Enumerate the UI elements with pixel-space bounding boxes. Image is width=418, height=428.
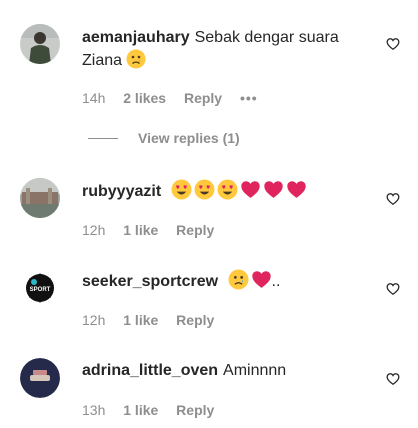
comment-suffix: .. [271, 273, 281, 290]
red-heart-emoji-icon [263, 181, 283, 198]
avatar[interactable] [20, 178, 60, 218]
timestamp: 13h [82, 402, 106, 418]
comment-text: rubyyyazit [82, 179, 378, 203]
red-heart-emoji-icon [240, 181, 260, 198]
comment-item: adrina_little_oven Aminnnn 13h 1 like Rep… [0, 350, 418, 428]
reply-button[interactable]: Reply [176, 402, 214, 418]
reply-button[interactable]: Reply [176, 222, 214, 238]
comment-text: adrina_little_oven Aminnnn [82, 359, 378, 382]
avatar[interactable]: SPORT [20, 268, 60, 308]
like-heart-icon[interactable] [386, 192, 400, 206]
username[interactable]: seeker_sportcrew [82, 273, 218, 290]
reply-button[interactable]: Reply [184, 90, 222, 106]
reply-button[interactable]: Reply [176, 312, 214, 328]
heart-eyes-emoji-icon [217, 179, 238, 200]
sad-face-emoji-icon [126, 49, 146, 69]
comment-meta: 14h 2 likes Reply ••• [82, 90, 272, 106]
like-heart-icon[interactable] [386, 282, 400, 296]
likes-count[interactable]: 1 like [123, 402, 158, 418]
more-options-icon[interactable]: ••• [240, 90, 258, 106]
likes-count[interactable]: 2 likes [123, 90, 166, 106]
heart-eyes-emoji-icon [171, 179, 192, 200]
timestamp: 12h [82, 222, 106, 238]
username[interactable]: rubyyyazit [82, 183, 161, 200]
comment-item: aemanjauhary Sebak dengar suara Ziana 14h… [0, 0, 418, 160]
comment-meta: 12h 1 like Reply [82, 222, 228, 238]
likes-count[interactable]: 1 like [123, 222, 158, 238]
username[interactable]: aemanjauhary [82, 29, 190, 46]
avatar[interactable] [20, 24, 60, 64]
username[interactable]: adrina_little_oven [82, 362, 218, 379]
comment-meta: 13h 1 like Reply [82, 402, 228, 418]
likes-count[interactable]: 1 like [123, 312, 158, 328]
view-replies-button[interactable]: View replies (1) [88, 130, 240, 146]
comment-meta: 12h 1 like Reply [82, 312, 228, 328]
red-heart-emoji-icon [286, 181, 306, 198]
avatar[interactable] [20, 358, 60, 398]
comment-item: SPORT seeker_sportcrew .. 12h 1 like Rep… [0, 260, 418, 340]
red-heart-emoji-icon [251, 271, 271, 288]
view-replies-label: View replies (1) [138, 130, 240, 146]
like-heart-icon[interactable] [386, 372, 400, 386]
svg-text:SPORT: SPORT [30, 287, 51, 293]
replies-divider [88, 137, 118, 139]
timestamp: 14h [82, 90, 106, 106]
comment-body: Aminnnn [223, 362, 287, 379]
comment-item: rubyyyazit 12h 1 like Reply [0, 170, 418, 250]
heart-eyes-emoji-icon [194, 179, 215, 200]
sad-face-emoji-icon [228, 269, 249, 290]
like-heart-icon[interactable] [386, 37, 400, 51]
comment-text: seeker_sportcrew .. [82, 269, 378, 293]
comment-text: aemanjauhary Sebak dengar suara Ziana [82, 26, 378, 72]
timestamp: 12h [82, 312, 106, 328]
